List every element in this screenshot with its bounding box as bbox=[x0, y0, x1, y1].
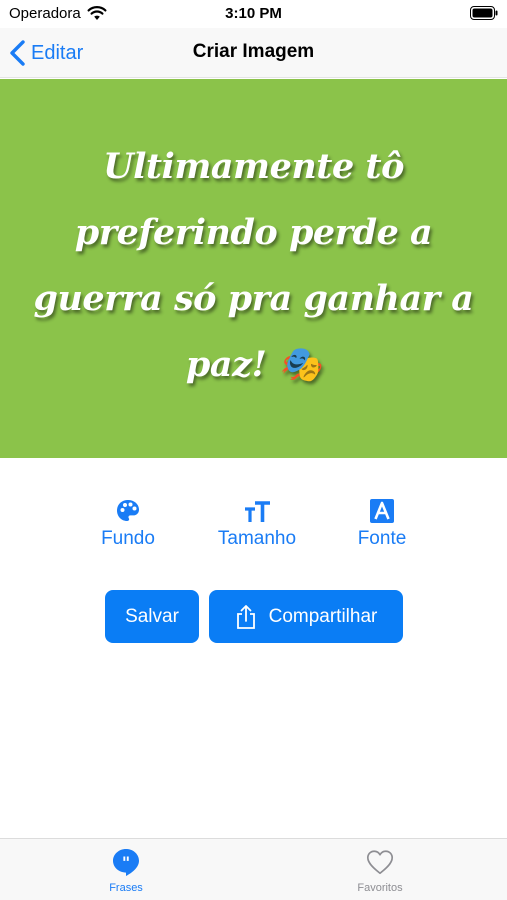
tab-favoritos[interactable]: Favoritos bbox=[320, 847, 440, 894]
text-size-icon bbox=[245, 501, 270, 522]
share-button-label: Compartilhar bbox=[268, 605, 378, 627]
quote-bubble-icon: " bbox=[113, 849, 139, 876]
font-icon bbox=[370, 499, 394, 523]
status-bar: Operadora 3:10 PM bbox=[0, 0, 507, 28]
tab-favoritos-label: Favoritos bbox=[357, 882, 403, 894]
clock-time: 3:10 PM bbox=[225, 5, 282, 22]
tab-frases[interactable]: " Frases bbox=[66, 847, 186, 894]
share-button[interactable]: Compartilhar bbox=[209, 590, 403, 643]
page-title: Criar Imagem bbox=[192, 41, 315, 62]
share-icon bbox=[236, 604, 255, 629]
quote-image-preview: Ultimamente tô preferindo perde a guerra… bbox=[0, 79, 507, 458]
palette-icon bbox=[117, 500, 139, 521]
tab-bar: " Frases Favoritos bbox=[0, 838, 507, 900]
font-tool-label: Fonte bbox=[357, 528, 407, 549]
save-button-label: Salvar bbox=[125, 605, 179, 627]
background-tool-label: Fundo bbox=[101, 528, 155, 549]
heart-icon bbox=[366, 850, 394, 875]
battery-icon bbox=[470, 6, 498, 20]
editing-tools: Fundo Tamanho Fonte bbox=[0, 498, 507, 558]
quote-text: Ultimamente tô preferindo perde a guerra… bbox=[33, 145, 474, 385]
navigation-bar: Editar Criar Imagem bbox=[0, 28, 507, 78]
background-tool-button[interactable]: Fundo bbox=[73, 498, 183, 550]
save-button[interactable]: Salvar bbox=[105, 590, 199, 643]
size-tool-button[interactable]: Tamanho bbox=[202, 498, 312, 550]
size-tool-label: Tamanho bbox=[217, 528, 297, 549]
tab-frases-label: Frases bbox=[109, 882, 143, 894]
svg-text:": " bbox=[122, 853, 130, 872]
font-tool-button[interactable]: Fonte bbox=[327, 498, 437, 550]
